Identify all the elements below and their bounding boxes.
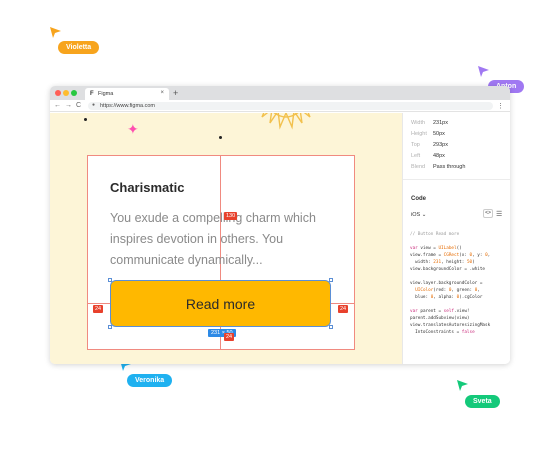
tab-title: Figma	[98, 91, 114, 97]
cursor-label: Violetta	[58, 41, 100, 54]
prop-value-blend[interactable]: Pass through	[433, 164, 465, 170]
top-gap-badge: 130	[224, 212, 238, 220]
url-text: https://www.figma.com	[100, 103, 156, 109]
prop-value-width[interactable]: 231px	[433, 120, 448, 126]
code-section-title: Code	[411, 196, 426, 202]
card-heading[interactable]: Charismatic	[110, 180, 184, 195]
list-view-icon[interactable]: ☰	[496, 210, 502, 218]
code-view-icon[interactable]: <>	[483, 209, 493, 218]
resize-handle-bottom-left[interactable]	[108, 325, 112, 329]
inspector-panel: Width 231px Height 50px Top 293px Left 4…	[402, 113, 510, 364]
tab-bar: F Figma × +	[50, 86, 510, 100]
code-line: UIColor(red: 0, green: 0,	[415, 288, 480, 293]
prop-value-top[interactable]: 293px	[433, 142, 448, 148]
design-canvas[interactable]: ✦ Charismatic You exude a compelling cha…	[50, 113, 402, 364]
lock-icon: ●	[92, 102, 96, 108]
code-line: var parent = self.view!	[410, 309, 470, 314]
prop-label-height: Height	[411, 131, 427, 137]
code-line: view.backgroundColor = .white	[410, 267, 486, 272]
code-line: view.layer.backgroundColor =	[410, 281, 483, 286]
prop-label-top: Top	[411, 142, 420, 148]
read-more-label: Read more	[185, 295, 256, 312]
cursor-arrow-icon	[478, 66, 489, 77]
sun-illustration-icon	[261, 113, 311, 130]
sparkle-icon: ✦	[127, 121, 139, 137]
new-tab-button[interactable]: +	[173, 88, 178, 98]
browser-window: F Figma × + ← → C ● https://www.figma.co…	[50, 86, 510, 364]
decorative-dot	[219, 136, 222, 139]
resize-handle-bottom-right[interactable]	[329, 325, 333, 329]
bottom-gap-badge: 24	[224, 333, 235, 341]
resize-handle-top-left[interactable]	[108, 278, 112, 282]
cursor-arrow-icon	[457, 380, 468, 391]
code-line: blue: 0, alpha: 0).cgColor	[410, 295, 483, 300]
decorative-dot	[84, 118, 87, 121]
code-line: // Button Read more	[410, 232, 460, 237]
minimize-window-button[interactable]	[63, 90, 69, 96]
left-gap-badge: 24	[93, 305, 104, 313]
reload-button[interactable]: C	[76, 102, 81, 109]
code-line: IntoConstraints = false	[410, 330, 475, 335]
prop-label-blend: Blend	[411, 164, 426, 170]
cursor-label: Sveta	[465, 395, 500, 408]
prop-value-left[interactable]: 48px	[433, 153, 445, 159]
cursor-arrow-icon	[50, 27, 61, 38]
code-line: view.frame = CGRect(x: 0, y: 0,	[410, 253, 491, 258]
tab-close-button[interactable]: ×	[160, 90, 164, 96]
back-button[interactable]: ←	[54, 102, 61, 109]
panel-divider	[403, 179, 510, 180]
read-more-button[interactable]: Read more	[110, 280, 331, 327]
close-window-button[interactable]	[55, 90, 61, 96]
code-line: width: 231, height: 50)	[410, 260, 475, 265]
code-line: parent.addSubview(view)	[410, 316, 470, 321]
prop-label-left: Left	[411, 153, 421, 159]
browser-menu-button[interactable]: ⋮	[497, 102, 504, 110]
right-gap-badge: 24	[338, 305, 349, 313]
cursor-label: Veronika	[127, 374, 173, 387]
browser-tab[interactable]: F Figma ×	[85, 88, 169, 100]
code-line: var view = UILabel()	[410, 246, 462, 251]
maximize-window-button[interactable]	[71, 90, 77, 96]
code-line: view.translatesAutoresizingMask	[410, 323, 491, 328]
address-bar: ← → C ● https://www.figma.com ⋮	[50, 100, 510, 112]
language-dropdown[interactable]: iOS ⌄	[411, 212, 426, 218]
code-block[interactable]: // Button Read more var view = UILabel()…	[410, 231, 510, 336]
prop-label-width: Width	[411, 120, 426, 126]
url-field[interactable]: ● https://www.figma.com	[88, 102, 493, 110]
prop-value-height[interactable]: 50px	[433, 131, 445, 137]
resize-handle-top-right[interactable]	[329, 278, 333, 282]
figma-favicon-icon: F	[90, 91, 94, 97]
forward-button[interactable]: →	[65, 102, 72, 109]
